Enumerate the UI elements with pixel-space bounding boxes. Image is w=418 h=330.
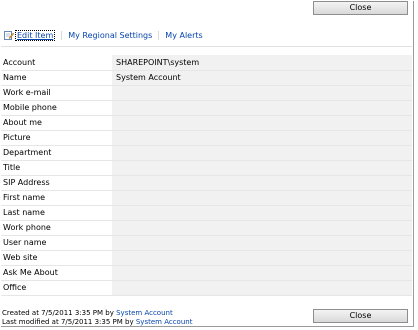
property-value: System Account <box>112 70 412 86</box>
property-label: Work phone <box>1 220 112 236</box>
item-toolbar: Edit Item My Regional Settings My Alerts <box>4 29 203 41</box>
toolbar-divider <box>1 46 412 47</box>
property-label: Name <box>1 70 112 86</box>
property-label: Account <box>1 55 112 71</box>
property-value <box>112 265 412 281</box>
property-value <box>112 190 412 206</box>
toolbar-separator <box>61 30 63 40</box>
close-button-top[interactable]: Close <box>313 1 408 15</box>
property-row: About me <box>1 115 412 131</box>
property-label: Picture <box>1 130 112 146</box>
property-value <box>112 115 412 131</box>
property-label: Ask Me About <box>1 265 112 281</box>
property-row: Mobile phone <box>1 100 412 116</box>
toolbar-separator <box>158 30 160 40</box>
property-row: Work phone <box>1 220 412 236</box>
regional-settings-link[interactable]: My Regional Settings <box>68 31 152 40</box>
modified-by-link[interactable]: System Account <box>136 318 193 326</box>
property-row: SIP Address <box>1 175 412 191</box>
property-value <box>112 220 412 236</box>
property-value <box>112 130 412 146</box>
property-row: Last name <box>1 205 412 221</box>
property-label: Web site <box>1 250 112 266</box>
properties-table: Account SHAREPOINT\system Name System Accou… <box>1 55 412 296</box>
created-text: Created at 7/5/2011 3:35 PM by <box>2 309 114 317</box>
edit-item-link[interactable]: Edit Item <box>4 29 56 41</box>
edit-item-label: Edit Item <box>15 29 56 41</box>
close-button-bottom[interactable]: Close <box>313 309 408 323</box>
property-label: User name <box>1 235 112 251</box>
edit-item-icon <box>4 31 14 40</box>
property-row: Ask Me About <box>1 265 412 281</box>
property-row: First name <box>1 190 412 206</box>
property-value <box>112 280 412 296</box>
property-row: Title <box>1 160 412 176</box>
property-value <box>112 85 412 101</box>
modified-text: Last modified at 7/5/2011 3:35 PM by <box>2 317 134 326</box>
property-value <box>112 205 412 221</box>
property-label: Department <box>1 145 112 161</box>
property-value <box>112 250 412 266</box>
property-label: Last name <box>1 205 112 221</box>
property-row: Department <box>1 145 412 161</box>
property-value <box>112 100 412 116</box>
property-value: SHAREPOINT\system <box>112 55 412 71</box>
created-info: Created at 7/5/2011 3:35 PM by System Ac… <box>2 309 192 318</box>
property-value <box>112 145 412 161</box>
property-row: Office <box>1 280 412 296</box>
property-label: SIP Address <box>1 175 112 191</box>
property-row: Account SHAREPOINT\system <box>1 55 412 71</box>
property-row: Work e-mail <box>1 85 412 101</box>
property-row: User name <box>1 235 412 251</box>
my-alerts-link[interactable]: My Alerts <box>165 31 202 40</box>
property-label: About me <box>1 115 112 131</box>
property-row: Name System Account <box>1 70 412 86</box>
property-label: Office <box>1 280 112 296</box>
modified-info: Last modified at 7/5/2011 3:35 PM by Sys… <box>2 318 192 327</box>
property-row: Picture <box>1 130 412 146</box>
property-value <box>112 175 412 191</box>
property-value <box>112 160 412 176</box>
property-label: Mobile phone <box>1 100 112 116</box>
created-by-link[interactable]: System Account <box>116 309 173 317</box>
property-label: Work e-mail <box>1 85 112 101</box>
property-label: Title <box>1 160 112 176</box>
property-row: Web site <box>1 250 412 266</box>
property-label: First name <box>1 190 112 206</box>
property-value <box>112 235 412 251</box>
item-footer: Created at 7/5/2011 3:35 PM by System Ac… <box>2 309 192 326</box>
